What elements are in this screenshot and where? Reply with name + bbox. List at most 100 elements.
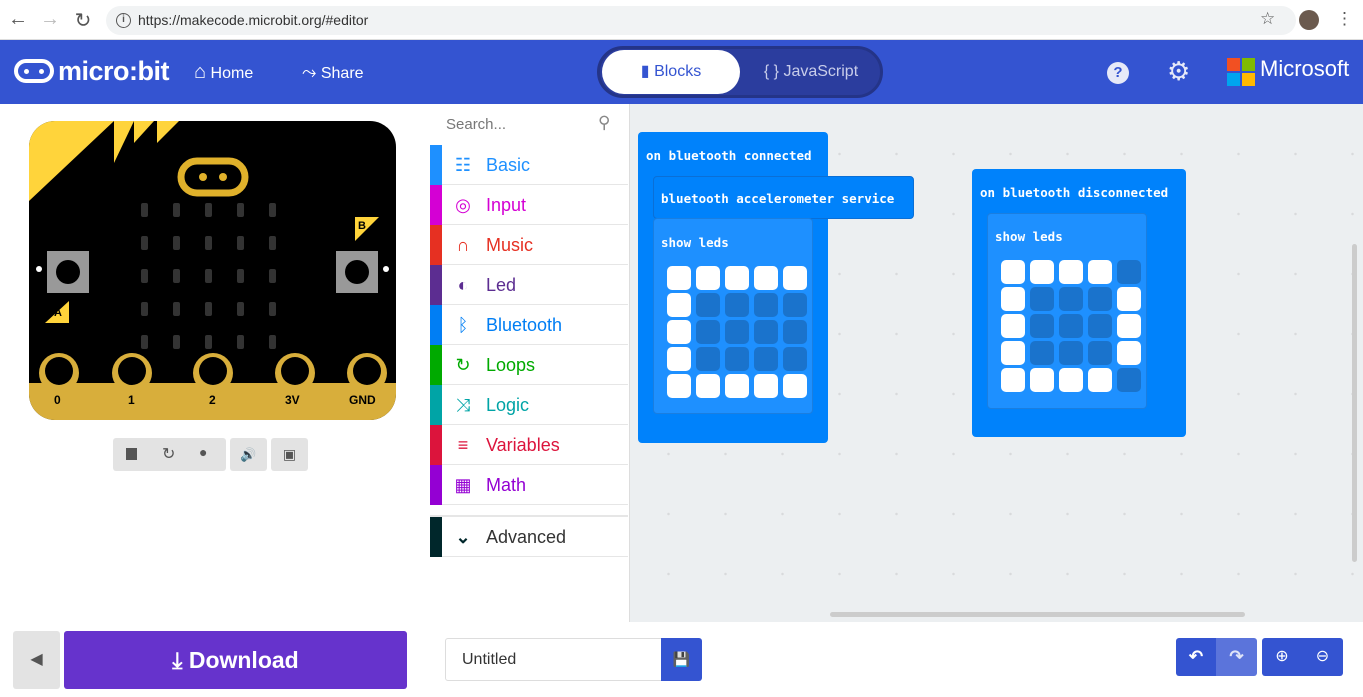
led-on[interactable] <box>1001 314 1025 338</box>
led-off[interactable] <box>1030 314 1054 338</box>
led-on[interactable] <box>783 374 807 398</box>
led-off[interactable] <box>725 320 749 344</box>
led-off[interactable] <box>1088 341 1112 365</box>
gear-icon[interactable]: ⚙ <box>1167 56 1190 87</box>
microbit-simulator[interactable]: A B 0 1 2 3V GND <box>29 121 396 420</box>
reload-icon[interactable]: ↻ <box>71 8 95 33</box>
led-off[interactable] <box>696 347 720 371</box>
led-on[interactable] <box>1059 260 1083 284</box>
led-off[interactable] <box>1117 368 1141 392</box>
toolbox-variables[interactable]: ≡ Variables <box>430 425 628 465</box>
slow-mo-icon[interactable]: ● <box>199 444 207 460</box>
toolbox-logic[interactable]: ⤨ Logic <box>430 385 628 425</box>
led-on[interactable] <box>1088 368 1112 392</box>
led-off[interactable] <box>725 347 749 371</box>
toolbox-led[interactable]: ◐ Led <box>430 265 628 305</box>
download-button[interactable]: ⤓ Download <box>64 631 407 689</box>
pin-2[interactable]: 2 <box>209 393 216 407</box>
toolbox-music[interactable]: ∩ Music <box>430 225 628 265</box>
led-off[interactable] <box>1030 341 1054 365</box>
led-off[interactable] <box>783 320 807 344</box>
led-on[interactable] <box>1088 260 1112 284</box>
collapse-simulator-button[interactable]: ◀ <box>13 631 60 689</box>
javascript-tab[interactable]: { } JavaScript <box>742 50 880 94</box>
led-on[interactable] <box>667 320 691 344</box>
pin-3v[interactable]: 3V <box>285 393 300 407</box>
led-off[interactable] <box>725 293 749 317</box>
save-button[interactable]: 💾 <box>661 638 702 681</box>
led-on[interactable] <box>1117 314 1141 338</box>
led-on[interactable] <box>667 293 691 317</box>
zoom-out-button[interactable]: ⊖ <box>1302 638 1343 676</box>
horizontal-scrollbar[interactable] <box>830 612 1245 617</box>
pin-gnd[interactable]: GND <box>349 393 376 407</box>
toolbox-basic[interactable]: ☷ Basic <box>430 145 628 185</box>
fullscreen-icon[interactable]: ▣ <box>271 438 308 471</box>
led-off[interactable] <box>696 320 720 344</box>
led-on[interactable] <box>725 374 749 398</box>
show-leds-block[interactable]: show leds <box>653 218 813 414</box>
led-on[interactable] <box>1030 368 1054 392</box>
led-off[interactable] <box>783 293 807 317</box>
led-on[interactable] <box>696 374 720 398</box>
avatar[interactable] <box>1299 10 1319 30</box>
led-on[interactable] <box>667 374 691 398</box>
led-on[interactable] <box>1001 341 1025 365</box>
toolbox-input[interactable]: ◎ Input <box>430 185 628 225</box>
search-icon[interactable]: ⚲ <box>598 113 610 133</box>
toolbox-bluetooth[interactable]: ᛒ Bluetooth <box>430 305 628 345</box>
pin-0[interactable]: 0 <box>54 393 61 407</box>
led-off[interactable] <box>754 293 778 317</box>
led-off[interactable] <box>754 347 778 371</box>
led-off[interactable] <box>783 347 807 371</box>
search-input[interactable]: Search... ⚲ <box>430 104 628 144</box>
undo-button[interactable]: ↶ <box>1176 638 1216 676</box>
led-off[interactable] <box>1030 287 1054 311</box>
led-on[interactable] <box>754 374 778 398</box>
led-on[interactable] <box>667 347 691 371</box>
led-on[interactable] <box>1001 368 1025 392</box>
pin-1[interactable]: 1 <box>128 393 135 407</box>
home-button[interactable]: ⌂ Home <box>194 40 253 104</box>
led-off[interactable] <box>1059 341 1083 365</box>
zoom-in-button[interactable]: ⊕ <box>1262 638 1302 676</box>
toolbox-math[interactable]: ▦ Math <box>430 465 628 505</box>
led-on[interactable] <box>783 266 807 290</box>
mute-icon[interactable]: 🔊 <box>230 438 267 471</box>
led-on[interactable] <box>667 266 691 290</box>
led-off[interactable] <box>696 293 720 317</box>
led-off[interactable] <box>1117 260 1141 284</box>
redo-button[interactable]: ↷ <box>1216 638 1257 676</box>
share-button[interactable]: ⤳ Share <box>302 40 364 104</box>
microbit-logo[interactable]: micro:bit <box>14 56 170 87</box>
led-on[interactable] <box>1030 260 1054 284</box>
led-on[interactable] <box>1059 368 1083 392</box>
led-off[interactable] <box>754 320 778 344</box>
vertical-scrollbar[interactable] <box>1352 244 1357 562</box>
microsoft-brand[interactable]: Microsoft <box>1260 56 1349 82</box>
led-on[interactable] <box>1117 287 1141 311</box>
led-on[interactable] <box>1001 260 1025 284</box>
project-name-input[interactable]: Untitled <box>445 638 662 681</box>
blocks-tab[interactable]: ▮ Blocks <box>602 50 740 94</box>
help-icon[interactable]: ? <box>1107 62 1129 84</box>
menu-icon[interactable]: ⋮ <box>1336 9 1353 29</box>
back-icon[interactable]: ← <box>6 8 30 31</box>
show-leds-block[interactable]: show leds <box>987 213 1147 409</box>
led-on[interactable] <box>696 266 720 290</box>
led-off[interactable] <box>1088 287 1112 311</box>
led-off[interactable] <box>1059 287 1083 311</box>
stop-icon[interactable] <box>126 448 137 460</box>
toolbox-advanced[interactable]: ⌄ Advanced <box>430 515 628 557</box>
forward-icon[interactable]: → <box>38 8 62 31</box>
restart-icon[interactable]: ↻ <box>162 444 175 464</box>
address-bar[interactable]: i https://makecode.microbit.org/#editor <box>106 6 1296 35</box>
led-off[interactable] <box>1059 314 1083 338</box>
led-on[interactable] <box>1117 341 1141 365</box>
bluetooth-accelerometer-service-block[interactable]: bluetooth accelerometer service <box>653 176 914 219</box>
toolbox-loops[interactable]: ↻ Loops <box>430 345 628 385</box>
star-icon[interactable]: ☆ <box>1260 9 1275 29</box>
led-on[interactable] <box>1001 287 1025 311</box>
led-on[interactable] <box>754 266 778 290</box>
led-on[interactable] <box>725 266 749 290</box>
